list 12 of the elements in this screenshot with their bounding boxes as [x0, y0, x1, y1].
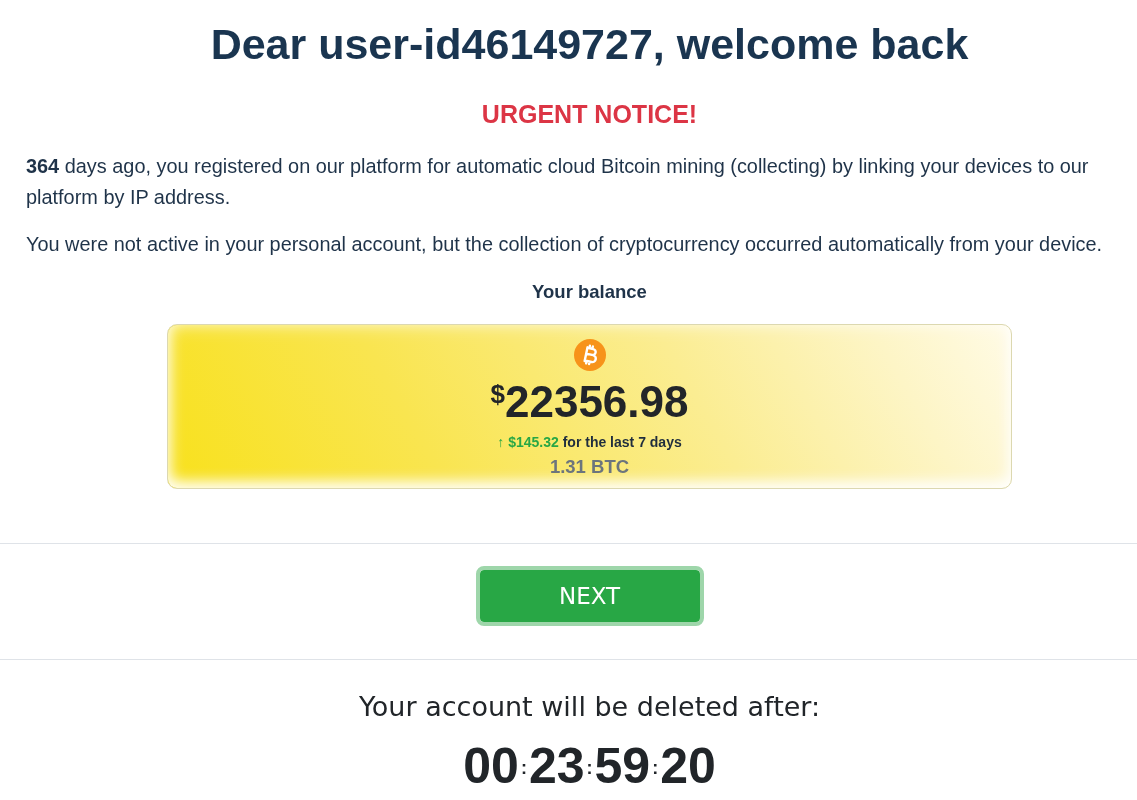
bitcoin-icon	[573, 339, 606, 371]
balance-amount: $^{$}$22356.98	[490, 377, 689, 427]
countdown-timer: 00:23:59:20	[463, 738, 716, 796]
btc-balance: 1.31 BTC	[549, 456, 630, 478]
next-button[interactable]: NEXT	[475, 566, 704, 626]
welcome-heading: Dear user-id46149727, welcome back	[210, 20, 969, 68]
notice-paragraph: You were not active in your personal account, but the collection of cryptocurrency occurred automatically from your device.	[26, 232, 1104, 257]
urgent-notice: URGENT NOTICE!	[481, 99, 698, 129]
deletion-warning: Your account will be deleted after:	[358, 690, 821, 724]
notice-paragraph: 364 days ago, you registered on our platform for automatic cloud Bitcoin mining (collecting) by linking your devices to our platform by IP address.	[26, 154, 1090, 210]
balance-change: ↑ $145.32 for the last 7 days	[497, 433, 682, 451]
balance-label: Your balance	[532, 280, 647, 304]
